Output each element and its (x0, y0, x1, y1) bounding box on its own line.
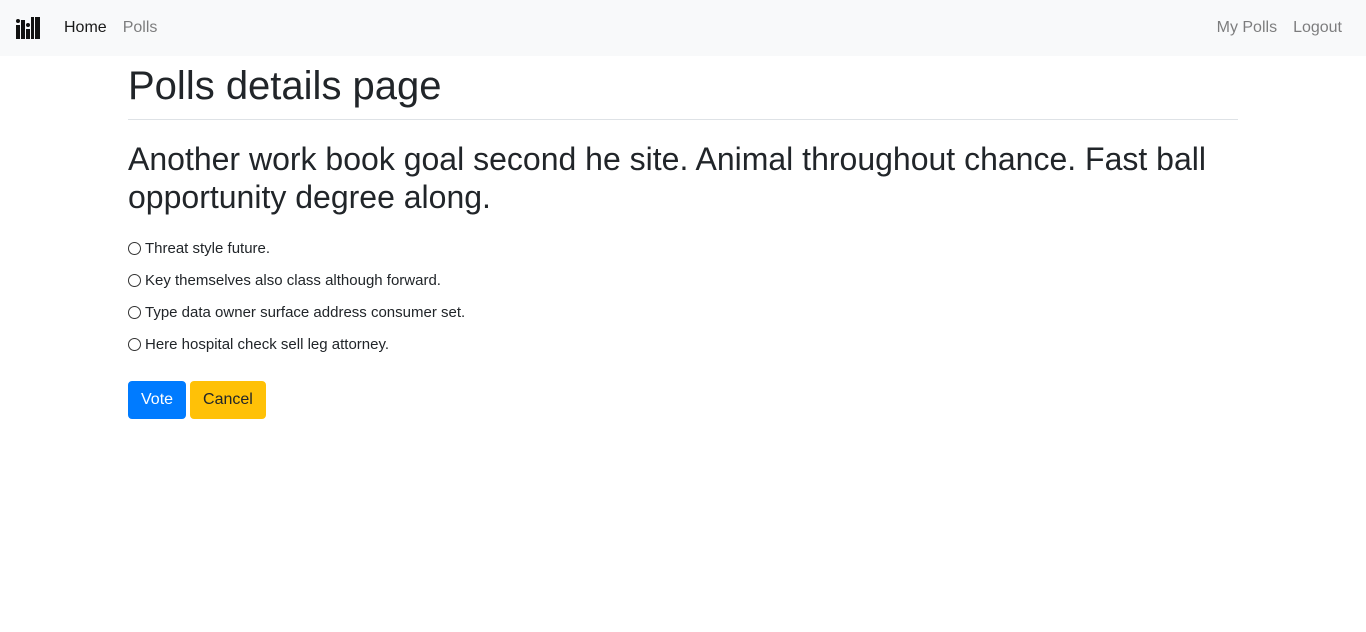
choice-radio[interactable] (128, 274, 141, 288)
choice-radio[interactable] (128, 306, 141, 320)
form-buttons: Vote Cancel (128, 380, 1238, 419)
choice-item[interactable]: Threat style future. (128, 233, 1238, 265)
cancel-button[interactable]: Cancel (190, 380, 266, 419)
nav-left-links: Home Polls (62, 11, 165, 45)
choice-label[interactable]: Type data owner surface address consumer… (145, 304, 465, 321)
nav-right-links: My Polls Logout (1209, 11, 1350, 45)
vote-button[interactable]: Vote (128, 380, 187, 419)
choice-radio[interactable] (128, 338, 141, 352)
brand-logo-icon[interactable] (16, 16, 40, 40)
choice-label[interactable]: Threat style future. (145, 240, 270, 257)
nav-polls-link[interactable]: Polls (115, 11, 166, 45)
choice-item[interactable]: Type data owner surface address consumer… (128, 297, 1238, 329)
vote-form: Threat style future. Key themselves also… (128, 233, 1238, 419)
choice-label[interactable]: Here hospital check sell leg attorney. (145, 336, 389, 353)
page-title: Polls details page (128, 62, 1238, 120)
choice-item[interactable]: Key themselves also class although forwa… (128, 265, 1238, 297)
main-content: Polls details page Another work book goa… (128, 62, 1238, 419)
choice-radio[interactable] (128, 242, 141, 256)
poll-question: Another work book goal second he site. A… (128, 141, 1206, 216)
top-navbar: Home Polls My Polls Logout (0, 0, 1366, 56)
nav-my-polls-link[interactable]: My Polls (1209, 11, 1285, 45)
choice-item[interactable]: Here hospital check sell leg attorney. (128, 329, 1238, 361)
nav-logout-link[interactable]: Logout (1285, 11, 1350, 45)
choice-label[interactable]: Key themselves also class although forwa… (145, 272, 441, 289)
nav-home-link[interactable]: Home (62, 11, 115, 45)
